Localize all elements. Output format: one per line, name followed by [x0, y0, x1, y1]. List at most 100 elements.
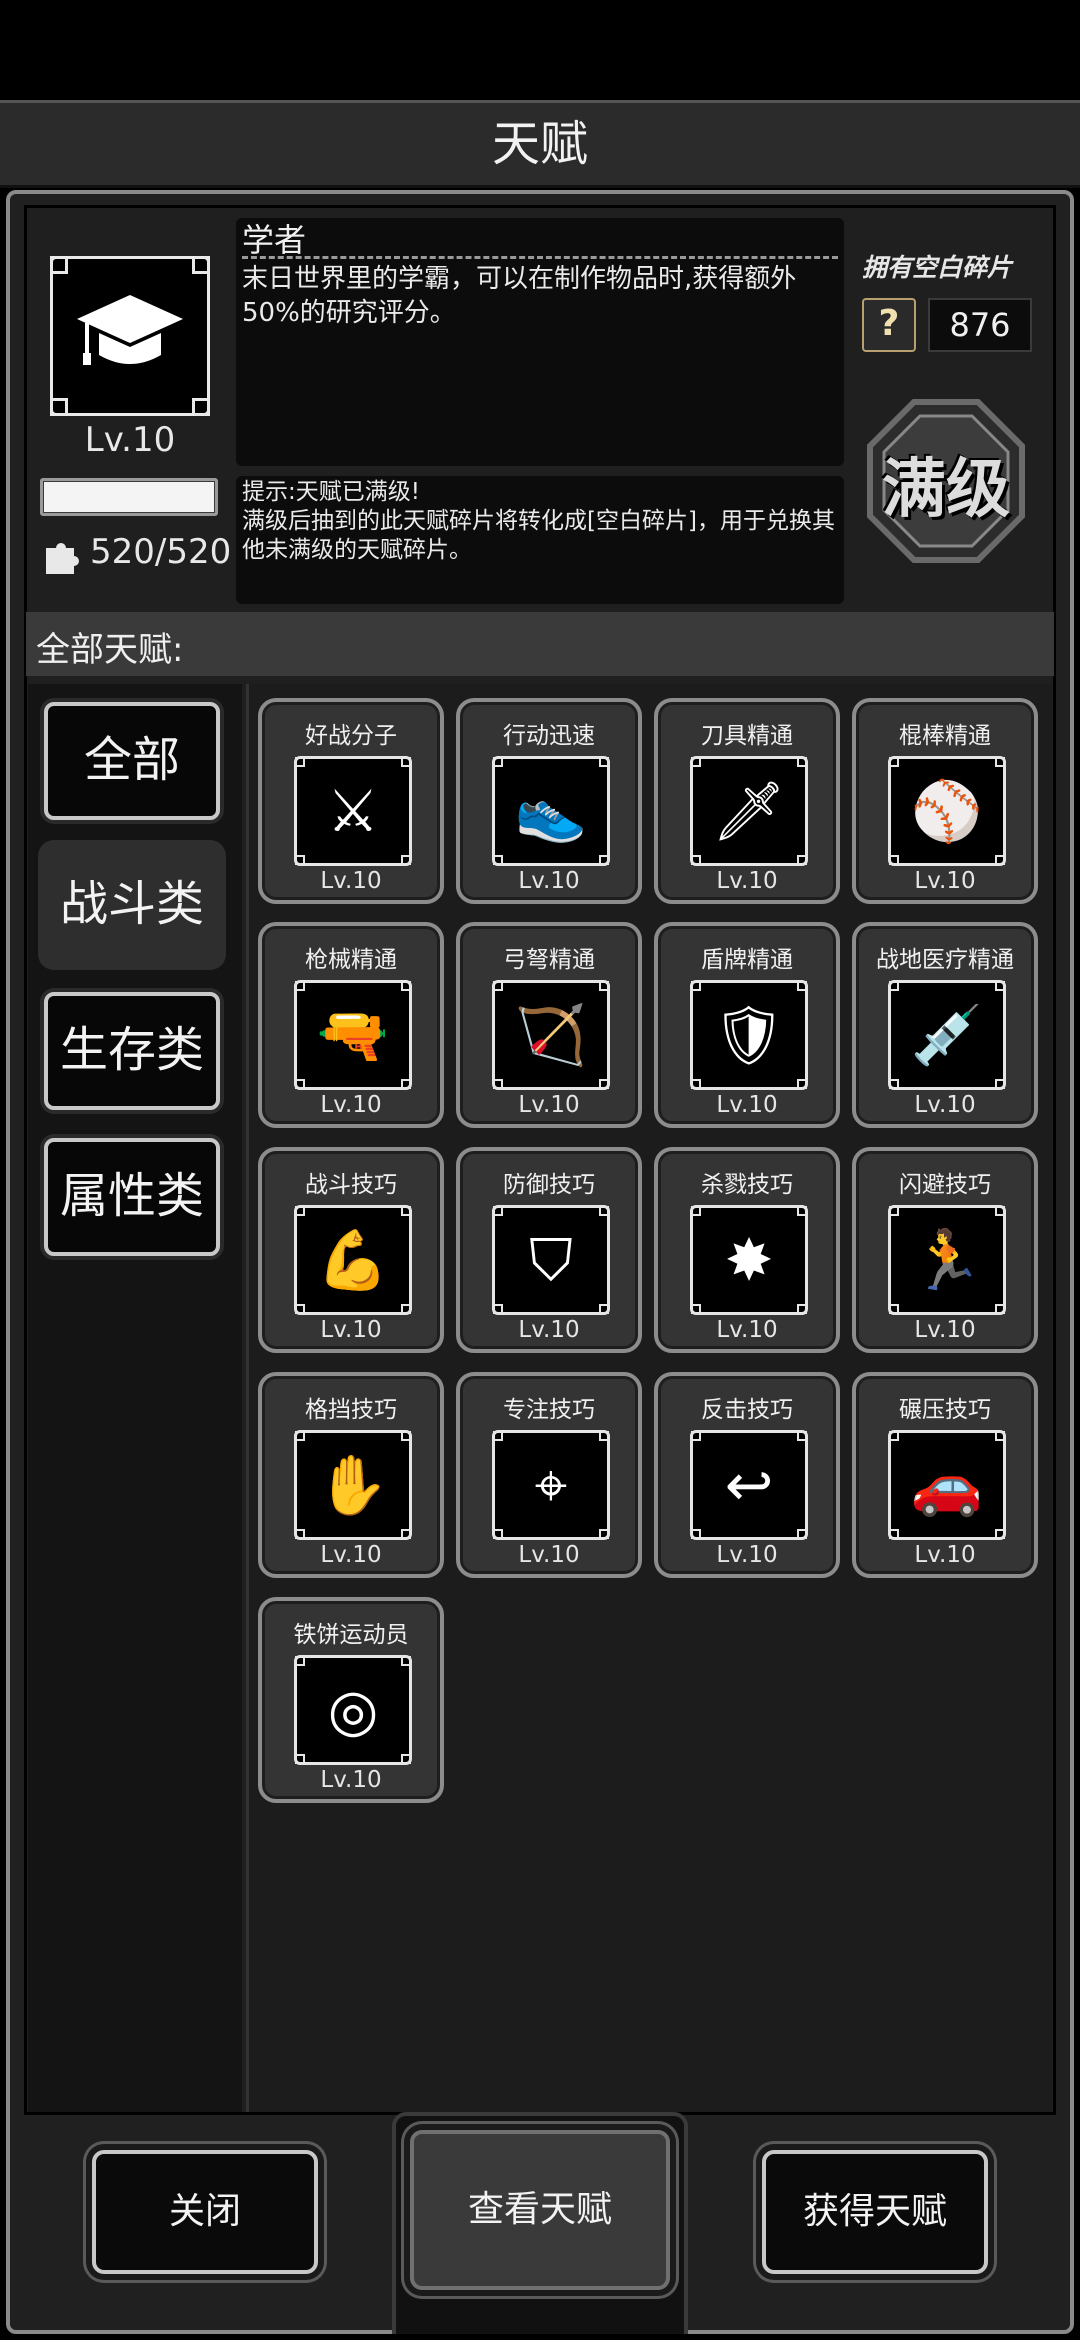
flexed-arm-icon: 💪 — [316, 1226, 390, 1294]
talent-card-level: Lv.10 — [320, 1767, 382, 1793]
talent-card[interactable]: 盾牌精通 🛡 Lv.10 — [654, 922, 840, 1128]
discus-icon: ◎ — [327, 1676, 379, 1744]
crossbow-icon: 🏹 — [514, 1001, 588, 1069]
talent-card-level: Lv.10 — [320, 1542, 382, 1568]
talent-card[interactable]: 反击技巧 ↩ Lv.10 — [654, 1372, 840, 1578]
talent-card-name: 战斗技巧 — [305, 1172, 397, 1198]
talent-card[interactable]: 刀具精通 🗡 Lv.10 — [654, 698, 840, 904]
talent-card-level: Lv.10 — [716, 1542, 778, 1568]
talent-card-icon-frame: ✋ — [294, 1430, 412, 1540]
category-survival-button[interactable]: 生存类 — [44, 992, 220, 1110]
talent-card-level: Lv.10 — [716, 1092, 778, 1118]
talent-card[interactable]: 杀戮技巧 ✸ Lv.10 — [654, 1147, 840, 1353]
talent-card-icon-frame: 🛡 — [690, 980, 808, 1090]
talent-card[interactable]: 枪械精通 🔫 Lv.10 — [258, 922, 444, 1128]
talent-card-name: 战地医疗精通 — [876, 947, 1014, 973]
machete-icon: 🗡 — [712, 777, 786, 845]
window-title: 天赋 — [491, 116, 588, 172]
talent-card-name: 专注技巧 — [503, 1397, 595, 1423]
talent-card-icon-frame: ⚾ — [888, 756, 1006, 866]
car-crush-icon: 🚗 — [910, 1451, 984, 1519]
talent-card[interactable]: 防御技巧 ⛉ Lv.10 — [456, 1147, 642, 1353]
talent-card-icon-frame: ⌖ — [492, 1430, 610, 1540]
talent-card-level: Lv.10 — [518, 1542, 580, 1568]
shard-count: 520/520 — [90, 532, 232, 572]
talent-card[interactable]: 碾压技巧 🚗 Lv.10 — [852, 1372, 1038, 1578]
talent-card-icon-frame: 🚗 — [888, 1430, 1006, 1540]
talent-card-icon-frame: 💉 — [888, 980, 1006, 1090]
defense-shield-icon: ⛉ — [529, 1226, 573, 1294]
section-header: 全部天赋: — [36, 630, 184, 670]
talent-card-level: Lv.10 — [716, 1317, 778, 1343]
dodge-runner-icon: 🏃 — [910, 1226, 984, 1294]
selected-talent-level: Lv.10 — [84, 420, 176, 460]
max-level-hint: 提示:天赋已满级! 满级后抽到的此天赋碎片将转化成[空白碎片]，用于兑换其他未满… — [242, 479, 835, 563]
talent-card-icon-frame: ✸ — [690, 1205, 808, 1315]
view-talent-button[interactable]: 查看天赋 — [410, 2130, 670, 2290]
talent-card-name: 弓弩精通 — [503, 947, 595, 973]
talent-card-name: 行动迅速 — [503, 723, 595, 749]
category-combat-button[interactable]: 战斗类 — [44, 846, 220, 964]
talent-card-name: 杀戮技巧 — [701, 1172, 793, 1198]
pistol-icon: 🔫 — [316, 1001, 390, 1069]
category-all-button[interactable]: 全部 — [44, 702, 220, 820]
max-level-badge-text: 满级 — [882, 453, 1010, 527]
crosshair-icon: ⌖ — [534, 1451, 568, 1519]
talent-card-level: Lv.10 — [518, 1092, 580, 1118]
blank-shard-label: 拥有空白碎片 — [862, 253, 1013, 282]
talent-card-name: 反击技巧 — [701, 1397, 793, 1423]
obtain-talent-button[interactable]: 获得天赋 — [762, 2150, 988, 2274]
talent-card-name: 枪械精通 — [305, 947, 397, 973]
talent-card-name: 好战分子 — [305, 723, 397, 749]
talent-card-icon-frame: ◎ — [294, 1655, 412, 1765]
talent-card[interactable]: 行动迅速 👟 Lv.10 — [456, 698, 642, 904]
shield-icon: 🛡 — [712, 1001, 786, 1069]
category-sidebar: 全部 战斗类 生存类 属性类 — [28, 684, 242, 2112]
talent-card[interactable]: 格挡技巧 ✋ Lv.10 — [258, 1372, 444, 1578]
talent-card-level: Lv.10 — [320, 868, 382, 894]
talent-card-level: Lv.10 — [320, 1317, 382, 1343]
shard-progress-fill — [44, 482, 214, 512]
talent-card-icon-frame: 💪 — [294, 1205, 412, 1315]
talent-card-name: 铁饼运动员 — [293, 1622, 409, 1648]
talent-card[interactable]: 铁饼运动员 ◎ Lv.10 — [258, 1597, 444, 1803]
talent-card-icon-frame: 🏹 — [492, 980, 610, 1090]
syringe-icon: 💉 — [910, 1001, 984, 1069]
talent-card-icon-frame: 🔫 — [294, 980, 412, 1090]
talent-card-level: Lv.10 — [914, 868, 976, 894]
talent-card[interactable]: 战地医疗精通 💉 Lv.10 — [852, 922, 1038, 1128]
counter-arm-icon: ↩ — [724, 1451, 774, 1519]
talent-card[interactable]: 闪避技巧 🏃 Lv.10 — [852, 1147, 1038, 1353]
selected-talent-icon-frame[interactable] — [50, 256, 210, 416]
talent-card-icon-frame: 👟 — [492, 756, 610, 866]
talent-card-level: Lv.10 — [518, 1317, 580, 1343]
talent-card-icon-frame: 🗡 — [690, 756, 808, 866]
crossed-blades-icon: ✸ — [724, 1226, 774, 1294]
close-button[interactable]: 关闭 — [92, 2150, 318, 2274]
selected-talent-description: 末日世界里的学霸，可以在制作物品时,获得额外50%的研究评分。 — [242, 264, 797, 328]
crossed-axes-icon: ⚔ — [327, 777, 379, 845]
talent-card-icon-frame: ⚔ — [294, 756, 412, 866]
talent-card-level: Lv.10 — [914, 1092, 976, 1118]
talent-card-name: 闪避技巧 — [899, 1172, 991, 1198]
talent-card-level: Lv.10 — [518, 868, 580, 894]
graduation-cap-icon — [77, 295, 183, 365]
blank-shard-count: 876 — [928, 298, 1032, 352]
selected-talent-name: 学者 — [242, 221, 307, 259]
talent-card[interactable]: 好战分子 ⚔ Lv.10 — [258, 698, 444, 904]
talent-card-level: Lv.10 — [320, 1092, 382, 1118]
talent-card-name: 棍棒精通 — [899, 723, 991, 749]
talent-card-icon-frame: 🏃 — [888, 1205, 1006, 1315]
talent-card[interactable]: 战斗技巧 💪 Lv.10 — [258, 1147, 444, 1353]
talent-card[interactable]: 弓弩精通 🏹 Lv.10 — [456, 922, 642, 1128]
talent-card[interactable]: 专注技巧 ⌖ Lv.10 — [456, 1372, 642, 1578]
block-arm-icon: ✋ — [316, 1451, 390, 1519]
talent-card-name: 盾牌精通 — [701, 947, 793, 973]
fast-foot-icon: 👟 — [514, 777, 588, 845]
question-shard-icon: ? — [862, 298, 916, 352]
title-bar: 天赋 — [0, 100, 1080, 188]
talent-card-level: Lv.10 — [914, 1317, 976, 1343]
talent-card[interactable]: 棍棒精通 ⚾ Lv.10 — [852, 698, 1038, 904]
talent-card-icon-frame: ↩ — [690, 1430, 808, 1540]
category-attribute-button[interactable]: 属性类 — [44, 1138, 220, 1256]
